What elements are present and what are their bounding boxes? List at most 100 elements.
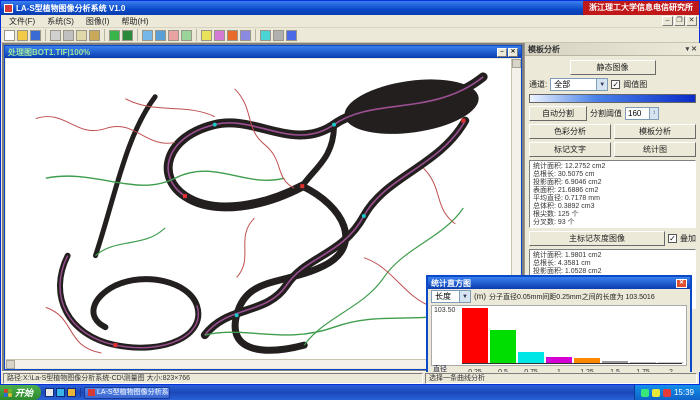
tray-volume-icon[interactable] bbox=[652, 389, 660, 397]
metric-unit: (m) bbox=[474, 292, 486, 301]
spinner-icon[interactable]: ↕ bbox=[649, 108, 658, 119]
windows-logo-icon bbox=[4, 389, 12, 397]
channel-select[interactable]: 全部 ▼ bbox=[550, 78, 608, 91]
copy-icon[interactable] bbox=[76, 30, 87, 41]
metric-select[interactable]: 长度 ▼ bbox=[431, 290, 471, 303]
auto-split-button[interactable]: 自动分割 bbox=[529, 106, 587, 121]
pan-icon[interactable] bbox=[168, 30, 179, 41]
split-threshold-input[interactable]: 160 ↕ bbox=[625, 107, 659, 120]
minimize-icon[interactable]: – bbox=[662, 16, 673, 26]
metric-value: 长度 bbox=[435, 291, 451, 302]
window-title: LA-S型植物图像分析系统 V1.0 bbox=[16, 3, 125, 14]
statistics-chart-button[interactable]: 统计图 bbox=[614, 142, 696, 157]
histogram-description: 分子直径0.05mm间距0.25mm之间的长度为 103.5016 bbox=[489, 292, 655, 302]
grid-icon[interactable] bbox=[240, 30, 251, 41]
close-icon[interactable]: ✕ bbox=[676, 279, 687, 288]
tray-network-icon[interactable] bbox=[641, 389, 649, 397]
close-icon[interactable]: ✕ bbox=[691, 45, 697, 53]
clock: 15:39 bbox=[674, 388, 694, 397]
mark-text-button[interactable]: 标记文字 bbox=[529, 142, 611, 157]
histogram-bar bbox=[658, 362, 684, 363]
redo-icon[interactable] bbox=[122, 30, 133, 41]
help-icon[interactable] bbox=[286, 30, 297, 41]
toolbar-separator bbox=[104, 29, 105, 41]
histogram-ticks: 0.250.50.7511.251.51.752 bbox=[461, 369, 685, 372]
tray-antivirus-icon[interactable] bbox=[663, 389, 671, 397]
static-image-button[interactable]: 静态图像 bbox=[570, 60, 656, 75]
menu-item[interactable]: 图像(I) bbox=[80, 16, 116, 27]
histogram-titlebar[interactable]: 统计直方图 ✕ bbox=[428, 277, 690, 289]
overlay-checkbox-label: 叠加 bbox=[680, 233, 696, 244]
x-tick-label: 1.5 bbox=[601, 369, 629, 372]
scroll-left-icon[interactable] bbox=[6, 360, 15, 369]
scroll-up-icon[interactable] bbox=[512, 59, 521, 68]
threshold-checkbox-label: 阈值图 bbox=[623, 79, 647, 90]
histogram-toolbar: 长度 ▼ (m) 分子直径0.05mm间距0.25mm之间的长度为 103.50… bbox=[428, 289, 690, 304]
gray-image-button[interactable]: 主标记灰度图像 bbox=[529, 231, 665, 246]
panel-title: 模板分析 bbox=[528, 44, 560, 55]
select-icon[interactable] bbox=[181, 30, 192, 41]
histogram-bar bbox=[602, 361, 628, 363]
media-player-icon[interactable] bbox=[67, 388, 76, 397]
toolbar bbox=[1, 28, 699, 43]
chevron-down-icon[interactable]: ▼ bbox=[459, 291, 470, 302]
task-app-icon bbox=[88, 389, 95, 396]
split-threshold-value: 160 bbox=[628, 109, 641, 118]
histogram-bars bbox=[462, 308, 682, 364]
histogram-window: 统计直方图 ✕ 长度 ▼ (m) 分子直径0.05mm间距0.25mm之间的长度… bbox=[426, 275, 692, 372]
start-button[interactable]: 开始 bbox=[0, 385, 41, 400]
image-window-titlebar[interactable]: 处理图BOT1.TIF|100% – ✕ bbox=[5, 46, 521, 58]
minimize-icon[interactable]: – bbox=[497, 48, 507, 57]
start-button-label: 开始 bbox=[15, 386, 33, 399]
template-analysis-button[interactable]: 模板分析 bbox=[614, 124, 696, 139]
taskbar: 开始 LA-S型植物图像分析系统 15:39 bbox=[0, 385, 700, 400]
threshold-checkbox[interactable]: ✓ bbox=[611, 80, 620, 89]
x-tick-label: 1 bbox=[545, 369, 573, 372]
overlay-checkbox[interactable]: ✓ bbox=[668, 234, 677, 243]
task-button[interactable]: LA-S型植物图像分析系统 bbox=[84, 387, 170, 399]
status-bar: 路径:X:\La-S型植物图像分析系统-CD\测量图 大小:823×766 选择… bbox=[1, 371, 699, 384]
x-axis-label: 直径(mm) bbox=[431, 364, 461, 372]
mdi-client-area: 处理图BOT1.TIF|100% – ✕ bbox=[2, 43, 700, 372]
zoom-in-icon[interactable] bbox=[142, 30, 153, 41]
mdi-window-controls: – ❐ ✕ bbox=[662, 16, 699, 26]
threshold-gradient-slider[interactable] bbox=[529, 94, 696, 103]
menu-item[interactable]: 系统(S) bbox=[41, 16, 80, 27]
layers-icon[interactable] bbox=[260, 30, 271, 41]
new-icon[interactable] bbox=[4, 30, 15, 41]
organization-label: 浙江理工大学信息电信研究所 bbox=[583, 1, 699, 15]
paste-icon[interactable] bbox=[89, 30, 100, 41]
browser-icon[interactable] bbox=[56, 388, 65, 397]
histogram-chart: 103.50 bbox=[431, 305, 687, 366]
histogram-bar bbox=[630, 362, 656, 363]
menu-bar: 文件(F)系统(S)图像(I)帮助(H) – ❐ ✕ bbox=[1, 15, 699, 28]
x-tick-label: 0.25 bbox=[461, 369, 489, 372]
menu-item[interactable]: 文件(F) bbox=[3, 16, 41, 27]
color-pick-icon[interactable] bbox=[227, 30, 238, 41]
histogram-bar bbox=[490, 330, 516, 363]
color-analysis-button[interactable]: 色彩分析 bbox=[529, 124, 611, 139]
title-bar[interactable]: LA-S型植物图像分析系统 V1.0 浙江理工大学信息电信研究所 bbox=[1, 1, 699, 15]
histogram-bar bbox=[518, 352, 544, 363]
restore-icon[interactable]: ❐ bbox=[674, 16, 685, 26]
toolbar-separator bbox=[137, 29, 138, 41]
measure-icon[interactable] bbox=[201, 30, 212, 41]
cut-icon[interactable] bbox=[63, 30, 74, 41]
save-icon[interactable] bbox=[30, 30, 41, 41]
menu-item[interactable]: 帮助(H) bbox=[115, 16, 154, 27]
angle-icon[interactable] bbox=[214, 30, 225, 41]
close-icon[interactable]: ✕ bbox=[508, 48, 518, 57]
settings-icon[interactable] bbox=[273, 30, 284, 41]
chevron-down-icon[interactable]: ▼ bbox=[596, 79, 607, 90]
print-icon[interactable] bbox=[50, 30, 61, 41]
toolbar-separator bbox=[45, 29, 46, 41]
close-icon[interactable]: ✕ bbox=[686, 16, 697, 26]
status-hint: 选择一条曲线分析 bbox=[425, 373, 697, 384]
zoom-out-icon[interactable] bbox=[155, 30, 166, 41]
quick-launch bbox=[41, 388, 81, 397]
show-desktop-icon[interactable] bbox=[45, 388, 54, 397]
undo-icon[interactable] bbox=[109, 30, 120, 41]
desktop: LA-S型植物图像分析系统 V1.0 浙江理工大学信息电信研究所 文件(F)系统… bbox=[0, 0, 700, 400]
open-icon[interactable] bbox=[17, 30, 28, 41]
pin-icon[interactable]: ▾ bbox=[686, 45, 690, 53]
